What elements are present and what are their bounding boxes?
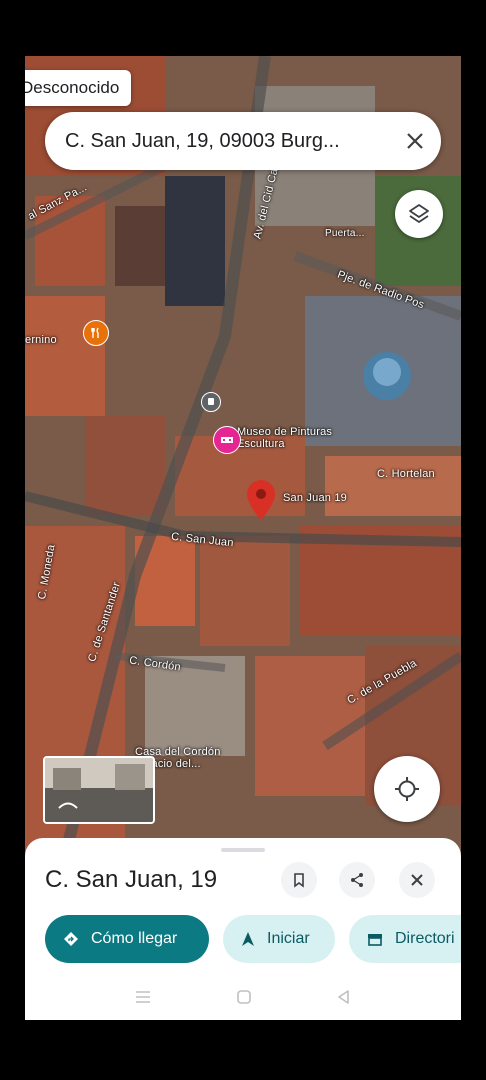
share-icon: [351, 873, 363, 887]
action-row: Cómo llegar Iniciar Directori: [45, 915, 461, 963]
directions-button[interactable]: Cómo llegar: [45, 915, 209, 963]
fork-knife-icon: [91, 327, 99, 338]
close-icon: [411, 874, 423, 886]
home-icon[interactable]: [236, 989, 252, 1005]
directory-label: Directori: [395, 930, 455, 947]
directions-icon: [64, 932, 78, 946]
back-icon[interactable]: [336, 989, 352, 1005]
share-button[interactable]: [339, 862, 375, 898]
street-label: C. Hortelan: [377, 468, 435, 480]
bus-icon: [208, 398, 214, 405]
status-label: Desconocido: [25, 78, 120, 97]
layers-button[interactable]: [395, 190, 443, 238]
street-label: ernino: [25, 334, 57, 346]
street-label: Puerta...: [325, 228, 365, 239]
save-button[interactable]: [281, 862, 317, 898]
street-view-image: [45, 758, 153, 822]
start-button[interactable]: Iniciar: [223, 915, 335, 963]
poi-label: San Juan 19: [283, 492, 347, 504]
location-pin-icon[interactable]: [247, 480, 275, 520]
street-view-thumbnail[interactable]: [43, 756, 155, 824]
system-nav-bar: [25, 974, 461, 1020]
restaurant-marker[interactable]: [83, 320, 109, 346]
clear-search-button[interactable]: [389, 115, 441, 167]
close-icon: [407, 133, 423, 149]
layers-icon: [409, 204, 429, 223]
start-label: Iniciar: [267, 930, 310, 947]
recent-apps-icon[interactable]: [134, 989, 152, 1005]
satellite-map[interactable]: al Sanz Pa... Av. del Cid Campeador Pje.…: [25, 56, 461, 856]
search-bar[interactable]: C. San Juan, 19, 09003 Burg...: [45, 112, 441, 170]
drag-handle[interactable]: [221, 848, 265, 852]
map-imagery: [25, 56, 461, 856]
bookmark-icon: [294, 873, 304, 888]
status-chip: Desconocido: [25, 70, 132, 106]
museum-icon: [221, 437, 233, 443]
place-bottom-sheet: C. San Juan, 19 Cómo llegar Iniciar Dire…: [25, 838, 461, 1020]
maps-screen: al Sanz Pa... Av. del Cid Campeador Pje.…: [25, 56, 461, 1020]
directory-button[interactable]: Directori: [349, 915, 461, 963]
navigation-arrow-icon: [242, 932, 254, 946]
place-title: C. San Juan, 19: [45, 866, 218, 893]
my-location-button[interactable]: [374, 756, 440, 822]
poi-label: Museo de Pinturas Escultura: [237, 426, 333, 450]
museum-marker[interactable]: [213, 426, 241, 454]
directions-label: Cómo llegar: [91, 930, 178, 947]
transit-marker[interactable]: [201, 392, 221, 412]
close-sheet-button[interactable]: [399, 862, 435, 898]
search-query[interactable]: C. San Juan, 19, 09003 Burg...: [45, 130, 389, 153]
store-icon: [368, 934, 382, 946]
crosshair-icon: [395, 777, 419, 801]
